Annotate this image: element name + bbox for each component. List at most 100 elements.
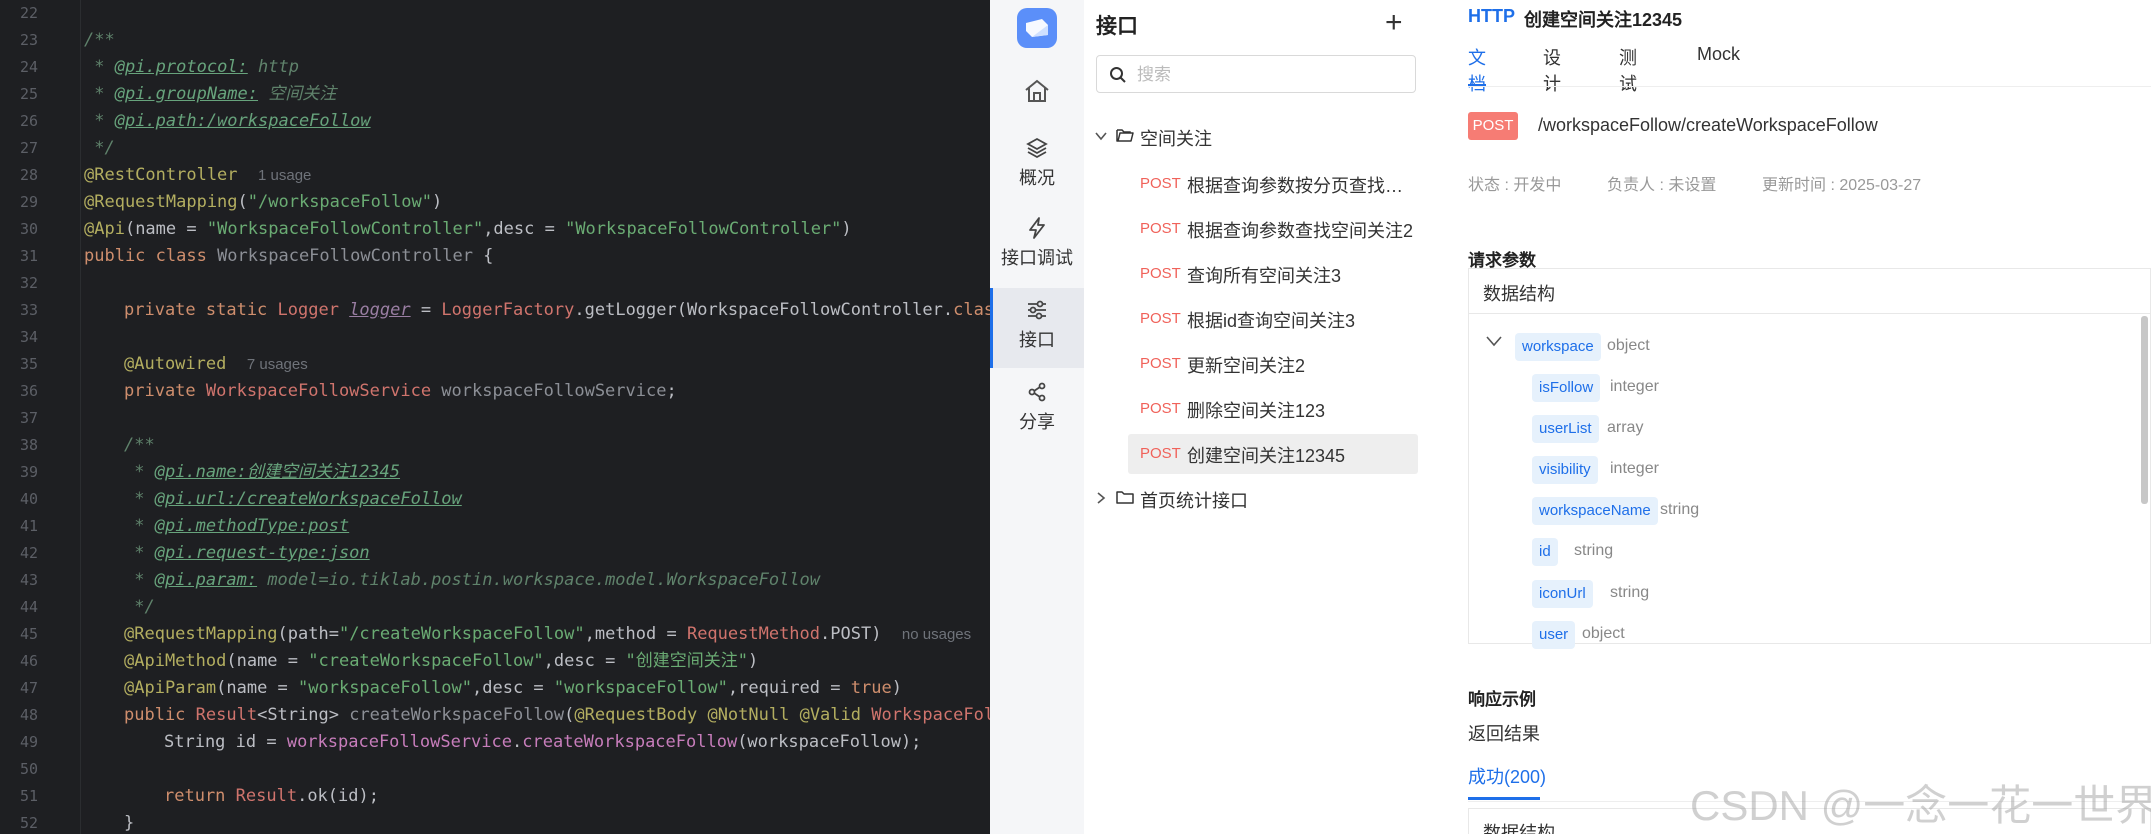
folder-open-icon [1116,129,1134,142]
param-type: array [1607,419,1644,436]
param-name: isFollow [1532,374,1601,402]
code-line-36: private WorkspaceFollowService workspace… [124,381,677,401]
api-name: 根据id查询空间关注3 [1187,311,1356,331]
line-number: 51 [19,787,38,805]
method-label: POST [1140,310,1181,327]
api-item[interactable]: POST 根据查询参数按分页查找空间关注 [1128,164,1418,204]
api-path: /workspaceFollow/createWorkspaceFollow [1538,115,1878,135]
line-number: 22 [19,4,38,22]
tab-test[interactable]: 测试 [1619,44,1637,94]
layers-icon [1026,137,1048,159]
scrollbar-thumb[interactable] [2141,316,2148,504]
line-number: 24 [19,58,38,76]
folder-icon [1116,491,1134,504]
method-badge: POST [1468,112,1518,140]
rail-item-debug[interactable]: 接口调试 [990,206,1084,286]
code-line-31: public class WorkspaceFollowController { [84,246,494,266]
code-line-30: @Api(name = "WorkspaceFollowController",… [84,219,852,239]
api-item[interactable]: POST 根据查询参数查找空间关注2 [1128,209,1418,249]
chevron-down-icon[interactable] [1094,129,1108,143]
data-structure-label: 数据结构 [1483,823,1555,834]
code-line-52: } [124,813,135,833]
line-number: 47 [19,679,38,697]
folder-row[interactable]: 空间关注 [1084,119,1432,155]
api-name: 更新空间关注2 [1187,356,1306,376]
method-label: POST [1140,400,1181,417]
return-result-label: 返回结果 [1468,724,1540,744]
method-label: POST [1140,175,1181,192]
code-line-35: @Autowired 7 usages [124,354,308,374]
line-number: 33 [19,301,38,319]
line-number: 23 [19,31,38,49]
line-number: 41 [19,517,38,535]
api-item-selected[interactable]: POST 创建空间关注12345 [1128,434,1418,474]
param-type: string [1574,542,1614,559]
tab-mock[interactable]: Mock [1697,44,1740,84]
code-line-23: /** [84,30,115,50]
param-name: userList [1532,415,1599,443]
code-line-45: @RequestMapping(path="/createWorkspaceFo… [124,624,972,644]
line-number: 27 [19,139,38,157]
rail-item-share[interactable]: 分享 [990,370,1084,450]
home-icon[interactable] [1023,78,1051,109]
rail-item-overview[interactable]: 概况 [990,126,1084,206]
folder-name: 空间关注 [1140,129,1212,149]
tab-success-200[interactable]: 成功(200) [1468,763,1546,789]
param-type: string [1610,584,1650,601]
method-label: POST [1140,445,1181,462]
param-type: integer [1610,460,1659,477]
search-input[interactable] [1135,62,1409,88]
line-number: 45 [19,625,38,643]
code-line-29: @RequestMapping("/workspaceFollow") [84,192,443,212]
param-name: workspaceName [1532,497,1658,525]
api-item[interactable]: POST 查询所有空间关注3 [1128,254,1418,294]
param-name: workspace [1515,333,1601,361]
active-tab-indicator [1468,797,1540,800]
line-number: 40 [19,490,38,508]
api-item[interactable]: POST 根据id查询空间关注3 [1128,299,1418,339]
rail-item-label: 分享 [1019,412,1055,432]
lightning-icon [1029,217,1045,239]
folder-row[interactable]: 首页统计接口 [1084,481,1432,517]
code-line-47: @ApiParam(name = "workspaceFollow",desc … [124,678,902,698]
line-number: 43 [19,571,38,589]
line-number: 44 [19,598,38,616]
code-line-41: * @pi.methodType:post [124,516,350,536]
code-line-49: String id = workspaceFollowService.creat… [164,732,922,752]
api-item[interactable]: POST 更新空间关注2 [1128,344,1418,384]
search-box[interactable] [1096,55,1416,93]
status-text: 状态 : 开发中 [1468,177,1562,194]
tab-design[interactable]: 设计 [1543,44,1561,94]
line-number-gutter: 22 23 24 25 26 27 28 29 30 31 32 33 34 35 36 37 38 39 40 41… [0,0,44,834]
tab-docs[interactable]: 文档 [1468,44,1486,94]
line-number: 42 [19,544,38,562]
indent-guide [80,0,81,834]
line-number: 32 [19,274,38,292]
code-area[interactable]: /** * @pi.protocol: http * @pi.groupName… [84,0,990,834]
updated-text: 更新时间 : 2025-03-27 [1762,177,1922,194]
line-number: 48 [19,706,38,724]
rail-item-api[interactable]: 接口 [990,288,1084,368]
code-line-43: * @pi.param: model=io.tiklab.postin.work… [124,570,820,590]
add-icon[interactable]: + [1385,8,1403,38]
param-type: object [1607,337,1650,354]
param-name: user [1532,621,1576,649]
search-icon [1110,67,1126,83]
response-example-title: 响应示例 [1468,690,1536,709]
app-logo[interactable] [1017,8,1057,48]
param-name: id [1532,538,1558,566]
line-number: 37 [19,409,38,427]
code-line-48: public Result<String> createWorkspaceFol… [124,705,990,725]
api-item[interactable]: POST 删除空间关注123 [1128,389,1418,429]
api-name: 删除空间关注123 [1187,401,1326,421]
code-line-46: @ApiMethod(name = "createWorkspaceFollow… [124,651,759,671]
api-tree-panel: 接口 + 空间关注 POST 根据查询参数按分页查找空间关注 POST 根据查询参数… [1084,0,1433,834]
line-number: 36 [19,382,38,400]
rail-item-label: 接口 [1019,330,1055,350]
line-number: 38 [19,436,38,454]
code-editor[interactable]: 22 23 24 25 26 27 28 29 30 31 32 33 34 35 36 37 38 39 40 41… [0,0,990,834]
code-line-27: */ [84,138,115,158]
protocol-label: HTTP [1468,6,1515,26]
chevron-down-icon[interactable] [1485,335,1503,347]
chevron-right-icon[interactable] [1094,491,1108,505]
